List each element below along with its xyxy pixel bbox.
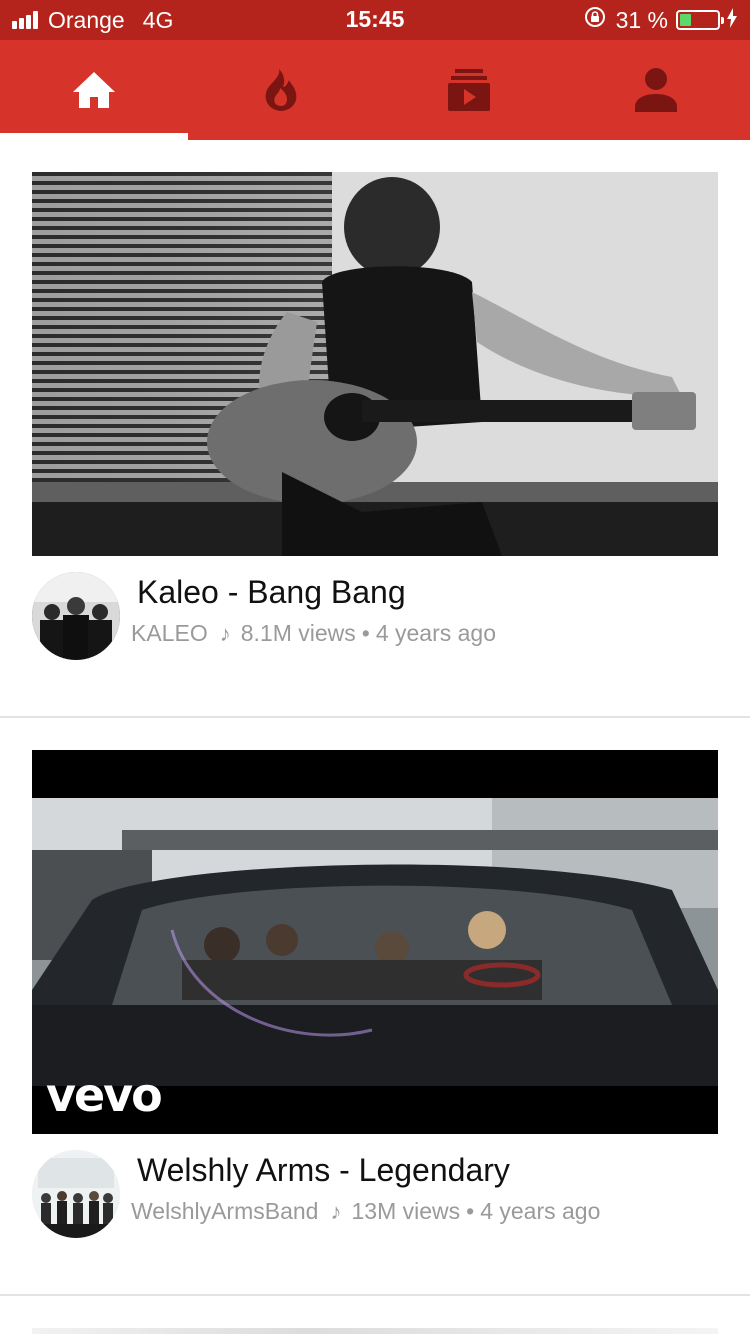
video-card[interactable]	[0, 1296, 750, 1334]
avatar-image	[32, 572, 120, 660]
video-card[interactable]: Kaleo - Bang Bang KALEO ♪ 8.1M views • 4…	[0, 140, 750, 718]
status-right: 31 %	[584, 6, 738, 34]
video-thumbnail[interactable]	[32, 172, 718, 556]
channel-name[interactable]: WelshlyArmsBand	[131, 1198, 318, 1225]
music-note-icon: ♪	[219, 620, 231, 646]
upload-age: 4 years ago	[480, 1198, 601, 1224]
video-thumbnail[interactable]: vevo	[32, 750, 718, 1134]
account-icon	[635, 68, 678, 112]
status-bar: Orange 4G 15:45 31 %	[0, 0, 750, 40]
video-meta: WelshlyArmsBand ♪ 13M views • 4 years ag…	[131, 1198, 600, 1225]
avatar-image	[32, 1150, 120, 1238]
flame-icon	[265, 69, 297, 111]
video-meta: KALEO ♪ 8.1M views • 4 years ago	[131, 620, 496, 647]
rotation-lock-icon	[584, 6, 606, 34]
battery-percent: 31 %	[615, 6, 668, 33]
channel-avatar[interactable]	[32, 572, 120, 660]
video-title[interactable]: Kaleo - Bang Bang	[137, 574, 406, 611]
separator-dot: •	[361, 620, 370, 646]
tab-trending[interactable]	[188, 40, 376, 140]
upload-age: 4 years ago	[375, 620, 497, 646]
charging-bolt-icon	[726, 7, 738, 34]
battery-icon	[676, 10, 724, 30]
battery-level	[680, 14, 691, 26]
active-tab-indicator	[0, 133, 188, 140]
video-thumbnail[interactable]	[32, 1328, 718, 1334]
view-count: 8.1M views	[240, 620, 356, 646]
video-title[interactable]: Welshly Arms - Legendary	[137, 1152, 510, 1189]
thumbnail-image	[32, 172, 718, 556]
vevo-logo: vevo	[46, 1068, 163, 1122]
tab-account[interactable]	[563, 40, 750, 140]
view-count: 13M views	[351, 1198, 461, 1224]
video-card[interactable]: vevo Welshly Arms - Legendary WelshlyArm…	[0, 718, 750, 1296]
subscriptions-icon	[447, 69, 490, 111]
channel-avatar[interactable]	[32, 1150, 120, 1238]
home-icon	[72, 72, 115, 108]
tab-home[interactable]	[0, 40, 188, 140]
tab-bar	[0, 40, 750, 140]
video-feed: Kaleo - Bang Bang KALEO ♪ 8.1M views • 4…	[0, 140, 750, 1334]
separator-dot: •	[466, 1198, 475, 1224]
music-note-icon: ♪	[330, 1198, 342, 1224]
tab-subscriptions[interactable]	[375, 40, 563, 140]
channel-name[interactable]: KALEO	[131, 620, 208, 647]
